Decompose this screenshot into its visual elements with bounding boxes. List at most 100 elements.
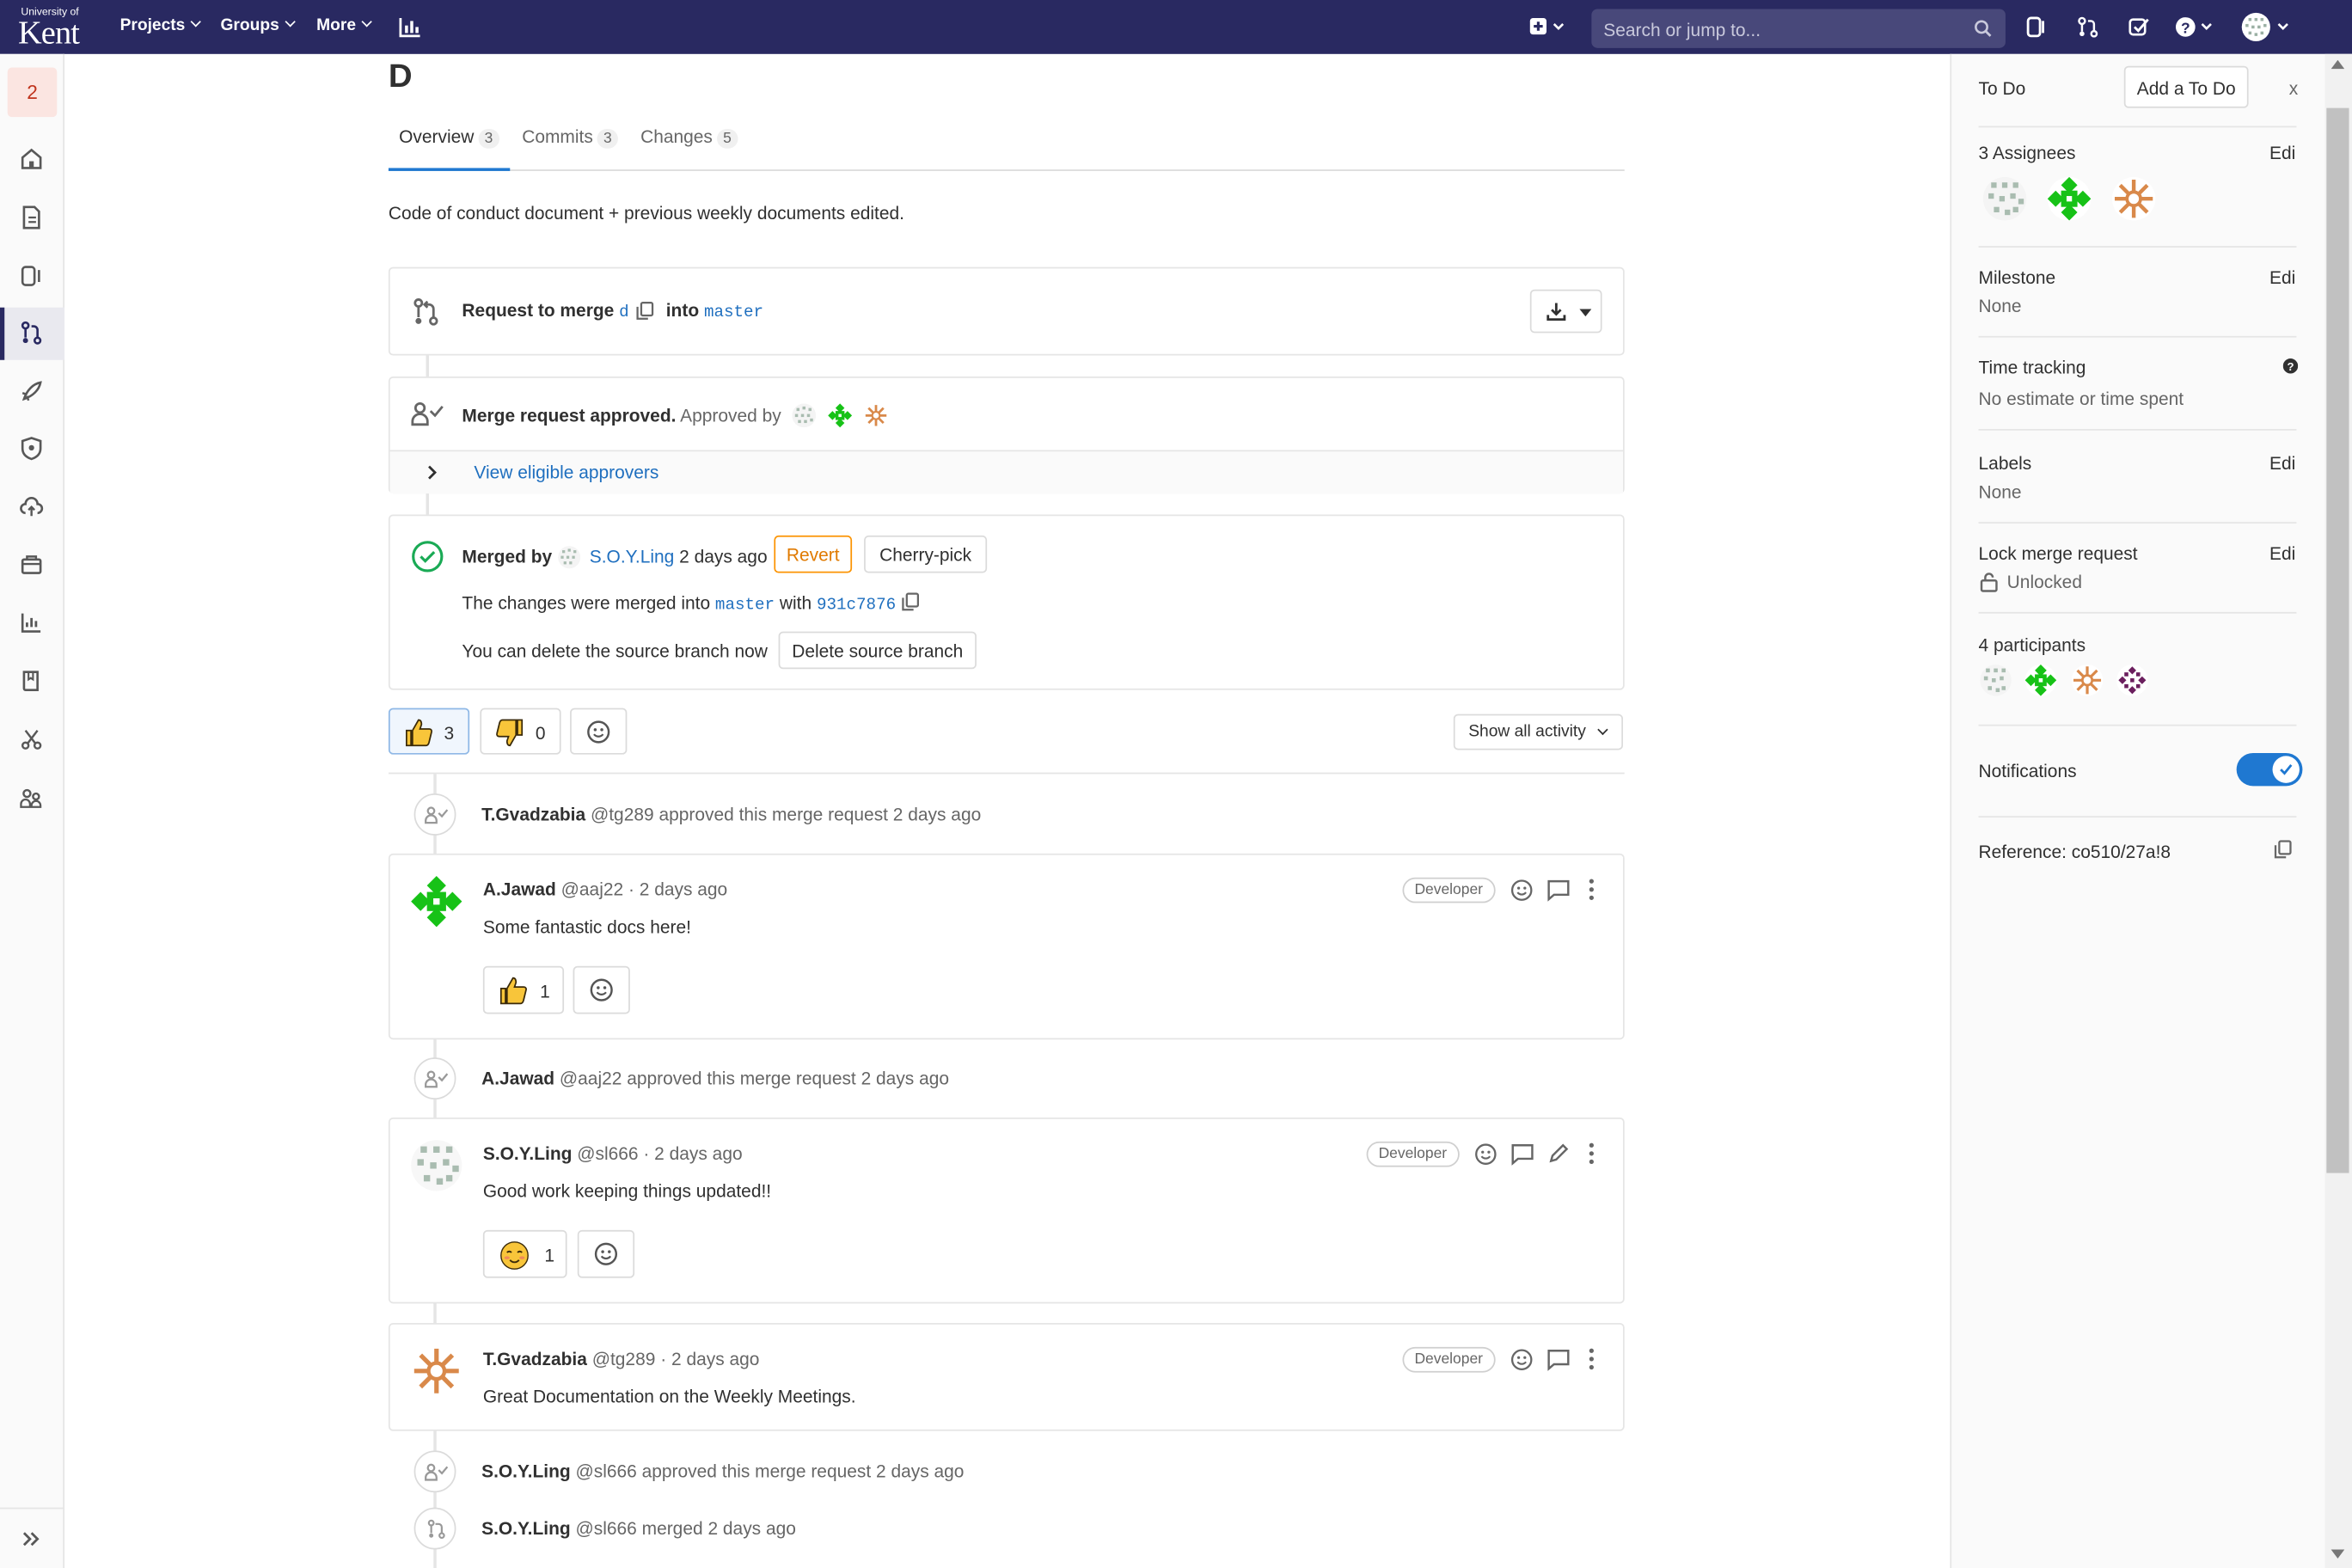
document-icon[interactable] — [18, 204, 45, 230]
cloud-icon[interactable] — [18, 493, 45, 520]
rocket-icon[interactable] — [18, 378, 45, 405]
edit-lock-link[interactable]: Edi — [2269, 543, 2295, 564]
participant-avatar-2[interactable] — [2024, 664, 2057, 696]
smiley-icon[interactable] — [1510, 879, 1533, 902]
activity-filter-dropdown[interactable]: Show all activity — [1453, 714, 1623, 750]
comment-body: Good work keeping things updated!! — [482, 1180, 772, 1202]
merge-request-icon[interactable] — [2078, 16, 2098, 42]
add-reaction-button[interactable] — [577, 1229, 635, 1278]
home-icon[interactable] — [18, 145, 45, 172]
download-dropdown-button[interactable] — [1529, 289, 1602, 334]
edit-assignees-link[interactable]: Edi — [2269, 143, 2295, 163]
approval-icon — [425, 1070, 449, 1088]
delete-source-branch-button[interactable]: Delete source branch — [778, 631, 977, 670]
view-eligible-approvers-link[interactable]: View eligible approvers — [474, 462, 658, 482]
participant-avatar-1[interactable] — [1980, 664, 2012, 696]
more-menu[interactable]: More — [316, 16, 373, 34]
collapse-sidebar-button[interactable] — [0, 1507, 65, 1568]
scrollbar-thumb[interactable] — [2326, 107, 2349, 1173]
copy-icon[interactable] — [902, 592, 920, 612]
comment-body: Some fantastic docs here! — [482, 916, 691, 938]
approvals-widget: Merge request approved. Approved by View… — [388, 376, 1625, 494]
edit-labels-link[interactable]: Edi — [2269, 453, 2295, 474]
more-actions-icon[interactable] — [1587, 1347, 1596, 1371]
target-branch[interactable]: master — [704, 304, 763, 322]
assignee-avatar-3[interactable] — [2111, 176, 2156, 221]
members-icon[interactable] — [18, 785, 45, 812]
cherry-pick-button[interactable]: Cherry-pick — [864, 535, 988, 573]
snippets-icon[interactable] — [18, 726, 45, 753]
package-icon[interactable] — [18, 550, 45, 577]
search-input[interactable]: Search or jump to... — [1591, 9, 2006, 48]
todos-icon[interactable] — [2128, 16, 2149, 42]
reply-icon[interactable] — [1510, 1143, 1534, 1166]
university-logo[interactable]: University of Kent — [18, 8, 87, 49]
wiki-icon[interactable] — [18, 667, 45, 694]
help-icon[interactable]: ? — [2282, 358, 2299, 374]
participant-avatar-4[interactable] — [2116, 664, 2148, 696]
tab-changes[interactable]: Changes 5 — [640, 123, 738, 169]
commit-sha-link[interactable]: 931c7876 — [817, 597, 896, 615]
edit-milestone-link[interactable]: Edi — [2269, 267, 2295, 288]
add-reaction-button[interactable] — [570, 707, 628, 755]
participant-avatar-3[interactable] — [2071, 664, 2104, 696]
add-reaction-button[interactable] — [573, 965, 630, 1014]
shield-icon[interactable] — [18, 435, 45, 462]
merged-target-branch[interactable]: master — [715, 597, 775, 615]
thumbs-up-award-button[interactable]: 1 — [482, 965, 565, 1014]
view-approvers-row[interactable]: View eligible approvers — [389, 450, 1623, 494]
thumbs-down-award-button[interactable]: 0 — [480, 707, 561, 755]
scroll-up-icon[interactable] — [2331, 59, 2345, 70]
new-dropdown-icon[interactable] — [1528, 16, 1567, 42]
issues-icon[interactable] — [18, 262, 45, 289]
system-note: A.Jawad @aaj22 approved this merge reque… — [481, 1068, 950, 1089]
user-avatar-menu[interactable] — [2241, 12, 2295, 46]
help-icon[interactable]: ? — [2175, 16, 2217, 42]
merge-request-icon[interactable] — [18, 320, 45, 346]
analytics-icon[interactable] — [18, 609, 45, 635]
reply-icon[interactable] — [1547, 1349, 1571, 1371]
more-actions-icon[interactable] — [1587, 878, 1596, 902]
lock-label: Lock merge request — [1978, 542, 2138, 565]
merged-user-link[interactable]: S.O.Y.Ling — [590, 546, 675, 567]
copy-icon[interactable] — [636, 301, 654, 322]
close-sidebar-button[interactable]: x — [2289, 78, 2298, 99]
assignee-avatar-1[interactable] — [1982, 176, 2027, 221]
approval-icon — [411, 401, 444, 426]
tab-commits[interactable]: Commits 3 — [522, 123, 618, 169]
download-icon — [1547, 303, 1566, 322]
more-actions-icon[interactable] — [1587, 1142, 1596, 1166]
merged-user-avatar[interactable] — [558, 546, 581, 569]
source-branch[interactable]: d — [619, 304, 629, 322]
comment-author-avatar[interactable] — [411, 876, 462, 928]
groups-menu[interactable]: Groups — [221, 16, 297, 34]
assignee-avatar-2[interactable] — [2047, 176, 2092, 221]
thumbs-down-icon — [496, 719, 524, 747]
copy-icon[interactable] — [2274, 840, 2292, 860]
tab-overview[interactable]: Overview 3 — [388, 123, 510, 171]
comment-author-avatar[interactable] — [411, 1140, 462, 1191]
revert-button[interactable]: Revert — [774, 535, 853, 573]
smiley-icon[interactable] — [1474, 1143, 1497, 1166]
issues-icon[interactable] — [2026, 16, 2047, 42]
assignees-label: 3 Assignees — [1978, 142, 2076, 164]
activity-chart-icon[interactable] — [399, 16, 421, 42]
smiley-icon[interactable] — [1510, 1349, 1533, 1371]
time-tracking-value: No estimate or time spent — [1978, 388, 2184, 410]
approver-avatar-2[interactable] — [828, 403, 853, 428]
thumbs-up-award-button[interactable]: 3 — [388, 707, 470, 755]
reply-icon[interactable] — [1547, 879, 1571, 902]
add-todo-button[interactable]: Add a To Do — [2123, 65, 2249, 108]
approver-avatar-1[interactable] — [792, 403, 817, 428]
scroll-down-icon[interactable] — [2331, 1549, 2345, 1559]
approver-avatar-3[interactable] — [864, 403, 888, 428]
mr-tabs: Overview 3 Commits 3 Changes 5 — [388, 123, 1625, 171]
thumbs-up-icon — [499, 977, 527, 1005]
projects-menu[interactable]: Projects — [120, 16, 202, 34]
project-avatar[interactable]: 2 — [7, 67, 58, 118]
blush-award-button[interactable]: 1 — [482, 1229, 567, 1278]
edit-pencil-icon[interactable] — [1548, 1143, 1569, 1164]
comment-author-avatar[interactable] — [411, 1345, 462, 1397]
notifications-toggle[interactable] — [2236, 752, 2303, 787]
comment-note: S.O.Y.Ling @sl666 · 2 days ago Developer… — [388, 1117, 1625, 1304]
